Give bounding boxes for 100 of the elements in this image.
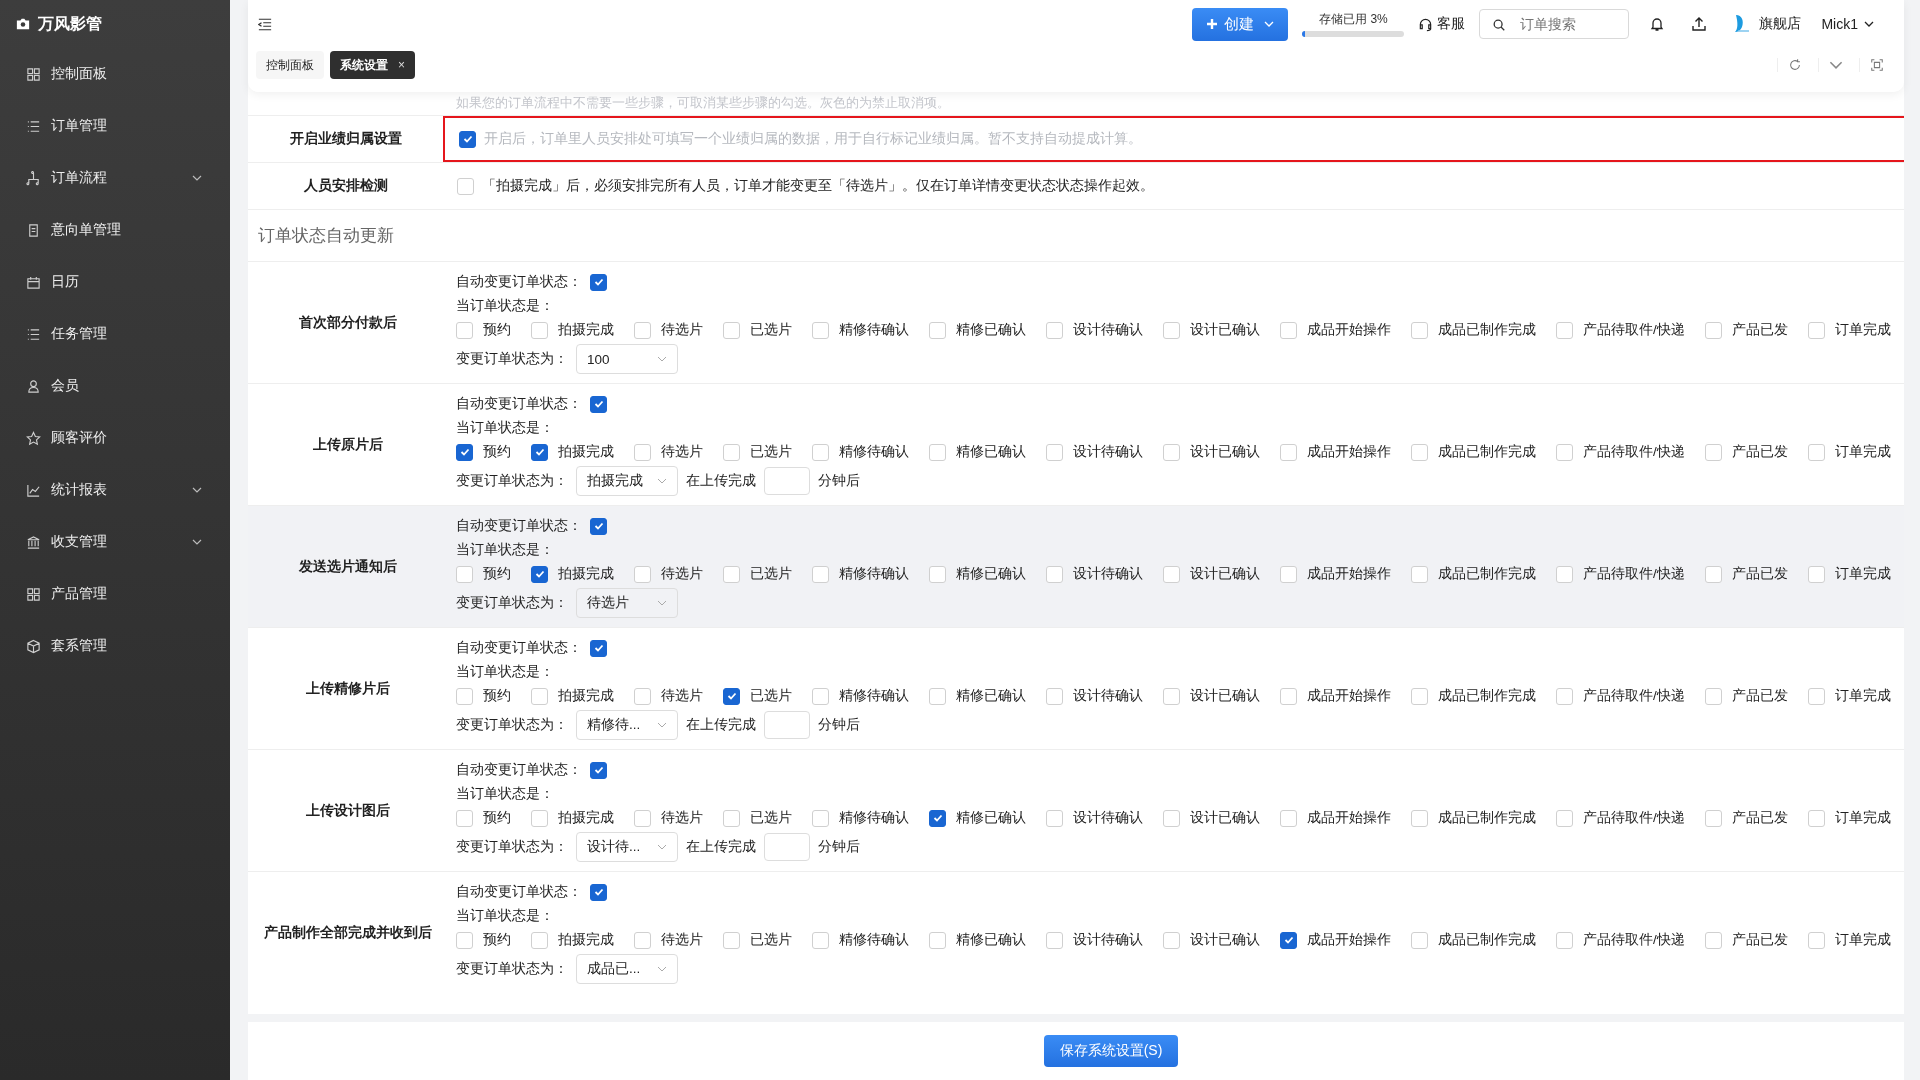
checkbox-label: 精修待确认 — [839, 321, 909, 339]
field-label: 当订单状态是： — [456, 663, 554, 681]
chevron-icon — [657, 722, 667, 728]
checkbox-label: 拍摄完成 — [558, 321, 614, 339]
checkbox-label: 设计待确认 — [1073, 809, 1143, 827]
status-select[interactable]: 拍摄完成 — [576, 466, 678, 496]
checkbox-label: 待选片 — [661, 565, 703, 583]
checkbox-label: 产品已发 — [1731, 809, 1788, 827]
sidebar-item[interactable]: 日历 — [0, 256, 230, 308]
check-icon — [533, 568, 546, 580]
rule-title: 上传原片后 — [312, 436, 384, 454]
checkbox-label: 产品待取件/快递 — [1583, 565, 1685, 583]
store-name: 旗舰店 — [1759, 15, 1802, 33]
field-label: 变更订单状态为： — [456, 838, 568, 856]
checkbox-label: 设计已确认 — [1190, 809, 1260, 827]
checkbox[interactable] — [590, 883, 607, 901]
checkbox-label: 成品已制作完成 — [1438, 809, 1536, 827]
field-label: 自动变更订单状态： — [456, 395, 582, 413]
status-select[interactable]: 成品已... — [576, 954, 678, 984]
minutes-field[interactable] — [764, 711, 810, 739]
rule-title: 上传设计图后 — [305, 802, 391, 820]
field-label: 当订单状态是： — [456, 419, 554, 437]
minutes-field[interactable] — [764, 833, 810, 861]
checkbox[interactable] — [456, 443, 473, 461]
field-label: 当订单状态是： — [456, 785, 554, 803]
sidebar-item[interactable]: 意向单管理 — [0, 204, 230, 256]
field-label: 自动变更订单状态： — [456, 517, 582, 535]
check-icon — [458, 446, 471, 458]
checkbox[interactable] — [531, 565, 548, 583]
checkbox-label: 成品开始操作 — [1307, 321, 1391, 339]
checkbox-label: 产品待取件/快递 — [1583, 809, 1685, 827]
list-icon — [26, 118, 41, 134]
search-field[interactable]: 订单搜索 — [1479, 9, 1630, 39]
checkbox[interactable] — [590, 517, 607, 535]
bell-icon[interactable] — [1649, 16, 1666, 32]
menu-icon[interactable] — [258, 17, 272, 31]
checkbox-label: 精修已确认 — [956, 321, 1026, 339]
rule-title: 上传精修片后 — [305, 680, 391, 698]
checkbox-label: 订单完成 — [1834, 321, 1891, 339]
field-label: 变更订单状态为： — [456, 350, 568, 368]
checkbox-label: 成品已制作完成 — [1438, 321, 1536, 339]
checkbox[interactable] — [590, 639, 607, 657]
person-icon — [26, 378, 41, 394]
status-select[interactable]: 设计待... — [576, 832, 678, 862]
checkbox[interactable] — [590, 273, 607, 291]
grid-icon — [26, 586, 41, 602]
setting-description: 开启后，订单里人员安排处可填写一个业绩归属的数据，用于自行标记业绩归属。暂不支持自动提成计算。 — [484, 130, 1142, 148]
checkbox-label: 已选片 — [750, 565, 792, 583]
sidebar-item[interactable]: 会员 — [0, 360, 230, 412]
star-icon — [26, 430, 41, 446]
tab[interactable]: 控制面板 — [256, 51, 324, 79]
sidebar-item[interactable]: 订单管理 — [0, 100, 230, 152]
checkbox-label: 设计已确认 — [1190, 321, 1260, 339]
checkbox[interactable] — [929, 809, 946, 827]
field-label: 当订单状态是： — [456, 541, 554, 559]
support-link[interactable]: 客服 — [1418, 15, 1466, 33]
create-button[interactable]: 创建 — [1192, 7, 1289, 41]
status-select[interactable]: 100 — [576, 344, 678, 374]
status-select[interactable]: 待选片 — [576, 588, 678, 618]
checkbox[interactable] — [531, 443, 548, 461]
sidebar-item[interactable]: 订单流程 — [0, 152, 230, 204]
checkbox-label: 精修已确认 — [956, 687, 1026, 705]
field-label: 自动变更订单状态： — [456, 761, 582, 779]
checkbox[interactable] — [590, 395, 607, 413]
sidebar-item[interactable]: 收支管理 — [0, 516, 230, 568]
checkbox[interactable] — [1280, 931, 1297, 949]
chevron-icon — [657, 844, 667, 850]
check-icon — [931, 812, 944, 824]
status-select[interactable]: 精修待... — [576, 710, 678, 740]
checkbox-label: 设计待确认 — [1073, 931, 1143, 949]
checkbox-label: 精修待确认 — [839, 931, 909, 949]
field-label: 在上传完成 — [686, 472, 756, 490]
field-label: 在上传完成 — [686, 838, 756, 856]
checkbox-label: 拍摄完成 — [558, 443, 614, 461]
checkbox[interactable] — [723, 687, 740, 705]
headset-icon — [1418, 16, 1434, 32]
sidebar-item[interactable]: 任务管理 — [0, 308, 230, 360]
sidebar-item[interactable]: 产品管理 — [0, 568, 230, 620]
sidebar-item[interactable]: 顾客评价 — [0, 412, 230, 464]
checkbox-label: 预约 — [483, 931, 511, 949]
bank-icon — [26, 534, 41, 550]
sidebar-item[interactable]: 统计报表 — [0, 464, 230, 516]
checkbox-label: 待选片 — [661, 687, 703, 705]
checkbox-label: 精修待确认 — [839, 565, 909, 583]
checkbox-label: 拍摄完成 — [558, 931, 614, 949]
checkbox-label: 拍摄完成 — [558, 809, 614, 827]
checkbox-label: 产品已发 — [1731, 321, 1788, 339]
sidebar-item[interactable]: 套系管理 — [0, 620, 230, 672]
save-button[interactable]: 保存系统设置(S) — [1043, 1035, 1179, 1067]
checkbox-label: 预约 — [483, 809, 511, 827]
field-label: 自动变更订单状态： — [456, 639, 582, 657]
sidebar-item[interactable]: 控制面板 — [0, 48, 230, 100]
tab[interactable]: 系统设置 × — [330, 51, 415, 79]
checkbox-label: 待选片 — [661, 809, 703, 827]
checkbox-label: 设计已确认 — [1190, 443, 1260, 461]
upload-icon[interactable] — [1691, 16, 1708, 32]
minutes-field[interactable] — [764, 467, 810, 495]
checkbox-label: 精修已确认 — [956, 565, 1026, 583]
user-menu[interactable]: Mick1 — [1821, 16, 1874, 32]
checkbox[interactable] — [590, 761, 607, 779]
